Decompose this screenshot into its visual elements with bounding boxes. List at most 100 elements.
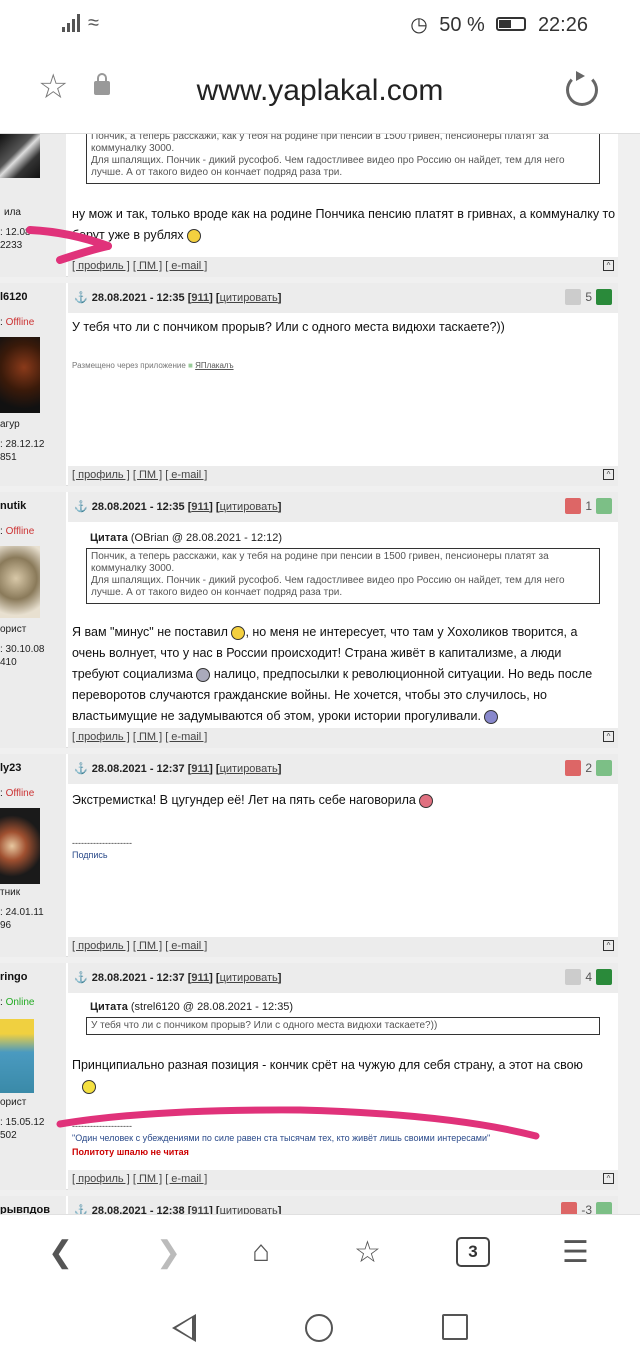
scroll-top-icon[interactable]: ^: [603, 469, 614, 480]
reload-icon[interactable]: [566, 71, 598, 106]
username[interactable]: ly23: [0, 762, 21, 774]
pm-link[interactable]: [ ПМ ]: [133, 940, 162, 952]
quote-author: (strel6120 @ 28.08.2021 - 12:35): [130, 1001, 294, 1013]
user-reg-date: : 24.01.11: [0, 907, 44, 918]
post-text: У тебя что ли с пончиком прорыв? Или с о…: [72, 320, 505, 334]
username[interactable]: nutik: [0, 500, 26, 512]
cite-link[interactable]: цитировать: [220, 763, 278, 775]
quote-text: Пончик, а теперь расскажи, как у тебя на…: [86, 548, 600, 604]
user-post-count: 2233: [0, 240, 23, 251]
post-rating: 4: [565, 969, 612, 985]
post-date: 28.08.2021 - 12:38: [91, 1205, 185, 1214]
post-header: ⚓ 28.08.2021 - 12:37 [911] [цитировать] 2: [68, 754, 618, 784]
home-icon[interactable]: ⌂: [252, 1235, 270, 1269]
email-link[interactable]: [ e-mail ]: [165, 260, 207, 272]
post-rating: 5: [565, 289, 612, 305]
scroll-top-icon[interactable]: ^: [603, 731, 614, 742]
post-footer: [ профиль ] [ ПМ ] [ e-mail ] ^: [68, 728, 618, 748]
bookmarks-star-icon[interactable]: ☆: [354, 1235, 381, 1270]
scroll-top-icon[interactable]: ^: [603, 260, 614, 271]
thumbs-down-icon[interactable]: [565, 498, 582, 514]
anchor-icon[interactable]: ⚓: [74, 763, 88, 775]
email-link[interactable]: [ e-mail ]: [165, 940, 207, 952]
user-status: Online: [5, 997, 35, 1008]
email-link[interactable]: [ e-mail ]: [165, 731, 207, 743]
forward-icon[interactable]: ❯: [156, 1235, 181, 1270]
scroll-top-icon[interactable]: ^: [603, 940, 614, 951]
system-home-icon[interactable]: [305, 1314, 333, 1342]
username[interactable]: l6120: [0, 291, 28, 303]
report-911-link[interactable]: 911: [191, 1205, 209, 1214]
post-date: 28.08.2021 - 12:37: [91, 763, 185, 775]
post-footer: [ профиль ] [ ПМ ] [ e-mail ] ^: [68, 1170, 618, 1190]
email-link[interactable]: [ e-mail ]: [165, 469, 207, 481]
pm-link[interactable]: [ ПМ ]: [133, 1173, 162, 1185]
cite-link[interactable]: цитировать: [220, 501, 278, 513]
pm-link[interactable]: [ ПМ ]: [133, 260, 162, 272]
wifi-icon: ≈: [88, 12, 99, 34]
avatar: [0, 1019, 34, 1093]
profile-link[interactable]: [ профиль ]: [72, 940, 130, 952]
user-rank: орист: [0, 624, 27, 635]
profile-link[interactable]: [ профиль ]: [72, 731, 130, 743]
post-header: ⚓ 28.08.2021 - 12:35 [911] [цитировать] 1: [68, 492, 618, 522]
tabs-button[interactable]: 3: [456, 1237, 490, 1267]
username[interactable]: рывпдов: [0, 1204, 50, 1214]
user-reg-date: : 30.10.08: [0, 644, 45, 655]
avatar: [0, 134, 40, 178]
forum-post: nutik : Offline орист : 30.10.08 410 ⚓ 28…: [0, 492, 618, 748]
user-rank: агур: [0, 419, 20, 430]
anchor-icon[interactable]: ⚓: [74, 292, 88, 304]
forum-post: ила : 12.08 2233 Пончик, а теперь расска…: [0, 134, 618, 277]
profile-link[interactable]: [ профиль ]: [72, 260, 130, 272]
thumbs-down-icon[interactable]: [565, 760, 582, 776]
globe-smiley-icon: [196, 667, 211, 682]
post-header: ⚓ 28.08.2021 - 12:37 [911] [цитировать] 4: [68, 963, 618, 993]
back-icon[interactable]: ❮: [48, 1235, 73, 1270]
report-911-link[interactable]: 911: [191, 501, 209, 513]
quote-text: У тебя что ли с пончиком прорыв? Или с о…: [86, 1017, 600, 1035]
pm-link[interactable]: [ ПМ ]: [133, 469, 162, 481]
post-text: Я вам "минус" не поставил , но меня не и…: [72, 625, 593, 724]
thumbs-down-icon[interactable]: [565, 289, 582, 305]
post-header: ⚓ 28.08.2021 - 12:38 [911] [цитировать] -…: [68, 1196, 618, 1214]
signature-red: Политоту шпалю не читая: [72, 1147, 189, 1157]
thumbs-up-icon[interactable]: [596, 969, 612, 985]
report-911-link[interactable]: 911: [191, 972, 209, 984]
post-rating: -3: [561, 1202, 612, 1214]
anchor-icon[interactable]: ⚓: [74, 501, 88, 513]
system-recents-icon[interactable]: [442, 1314, 468, 1340]
url-text[interactable]: www.yaplakal.com: [0, 74, 640, 108]
thumbs-up-icon[interactable]: [596, 498, 612, 514]
avatar: [0, 337, 40, 413]
system-navigation: [0, 1292, 640, 1371]
menu-icon[interactable]: ☰: [562, 1235, 589, 1270]
thumbs-up-icon[interactable]: [596, 760, 612, 776]
thumbs-up-icon[interactable]: [596, 1202, 612, 1214]
cite-link[interactable]: цитировать: [220, 292, 278, 304]
report-911-link[interactable]: 911: [191, 763, 209, 775]
profile-link[interactable]: [ профиль ]: [72, 469, 130, 481]
pm-link[interactable]: [ ПМ ]: [133, 731, 162, 743]
username[interactable]: ringo: [0, 971, 28, 983]
post-rating: 2: [565, 760, 612, 776]
system-back-icon[interactable]: [172, 1314, 196, 1342]
anchor-icon[interactable]: ⚓: [74, 1205, 88, 1214]
forum-thread: ила : 12.08 2233 Пончик, а теперь расска…: [0, 134, 640, 1214]
anchor-icon[interactable]: ⚓: [74, 972, 88, 984]
profile-link[interactable]: [ профиль ]: [72, 1173, 130, 1185]
user-reg-date: : 12.08: [0, 227, 31, 238]
app-link[interactable]: ЯПлакалъ: [195, 361, 233, 370]
scroll-top-icon[interactable]: ^: [603, 1173, 614, 1184]
android-icon: ■: [188, 361, 193, 370]
forum-post: l6120 : Offline агур : 28.12.12 851 ⚓ 28.…: [0, 283, 618, 486]
thumbs-up-icon[interactable]: [596, 289, 612, 305]
thumbs-down-icon[interactable]: [561, 1202, 578, 1214]
cite-link[interactable]: цитировать: [220, 972, 278, 984]
email-link[interactable]: [ e-mail ]: [165, 1173, 207, 1185]
status-bar: ≈ ◷ 50 % 22:26: [0, 0, 640, 48]
report-911-link[interactable]: 911: [191, 292, 209, 304]
user-rank: ила: [4, 207, 21, 218]
cite-link[interactable]: цитировать: [220, 1205, 278, 1214]
thumbs-down-icon[interactable]: [565, 969, 582, 985]
